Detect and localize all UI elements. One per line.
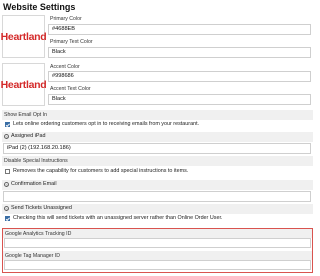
logo-text: Heartland xyxy=(0,78,47,91)
help-icon[interactable]: ? xyxy=(4,133,9,140)
accent-text-color-select[interactable]: Black xyxy=(48,94,311,105)
assigned-ipad-label: Assigned iPad xyxy=(11,133,46,139)
primary-color-label: Primary Color xyxy=(50,16,82,22)
accent-text-color-label: Accent Text Color xyxy=(50,86,91,92)
highlight-box xyxy=(2,228,313,273)
confirmation-email-label: Confirmation Email xyxy=(11,181,57,187)
special-instructions-checkbox[interactable] xyxy=(5,168,10,174)
confirmation-email-input[interactable] xyxy=(3,191,311,202)
help-icon[interactable]: ? xyxy=(4,181,9,188)
disable-special-instructions-label: Disable Special Instructions xyxy=(4,158,68,164)
send-tickets-checkbox[interactable] xyxy=(5,215,10,221)
send-tickets-header: ? Send Tickets Unassigned xyxy=(4,205,72,212)
help-icon[interactable]: ? xyxy=(4,205,9,212)
logo-text: Heartland xyxy=(0,30,47,43)
special-instructions-row: Removes the capability for customers to … xyxy=(5,168,188,174)
primary-text-color-label: Primary Text Color xyxy=(50,39,93,45)
email-opt-in-checkbox[interactable] xyxy=(5,121,10,127)
confirmation-email-header: ? Confirmation Email xyxy=(4,181,57,188)
send-tickets-label: Send Tickets Unassigned xyxy=(11,205,72,211)
send-tickets-row: Checking this will send tickets with an … xyxy=(5,215,222,221)
accent-logo-preview[interactable]: Heartland xyxy=(0,63,47,106)
section-header xyxy=(2,110,313,120)
assigned-ipad-select[interactable]: iPad (2) (192.168.20.186) xyxy=(3,143,311,154)
primary-color-input[interactable]: #4688EB xyxy=(48,24,311,35)
primary-logo-preview[interactable]: Heartland xyxy=(0,15,47,58)
email-opt-in-description: Lets online ordering customers opt in to… xyxy=(13,121,200,127)
accent-color-input[interactable]: #998686 xyxy=(48,71,311,82)
email-opt-in-row: Lets online ordering customers opt in to… xyxy=(5,121,199,127)
show-email-opt-in-label: Show Email Opt In xyxy=(4,112,47,118)
send-tickets-description: Checking this will send tickets with an … xyxy=(13,215,223,221)
website-settings-panel: Website Settings Heartland Primary Color… xyxy=(0,0,315,276)
assigned-ipad-header: ? Assigned iPad xyxy=(4,133,46,140)
primary-text-color-select[interactable]: Black xyxy=(48,47,311,58)
accent-color-label: Accent Color xyxy=(50,64,80,70)
page-title: Website Settings xyxy=(3,2,76,12)
section-header xyxy=(2,132,313,142)
special-instructions-description: Removes the capability for customers to … xyxy=(13,168,189,174)
